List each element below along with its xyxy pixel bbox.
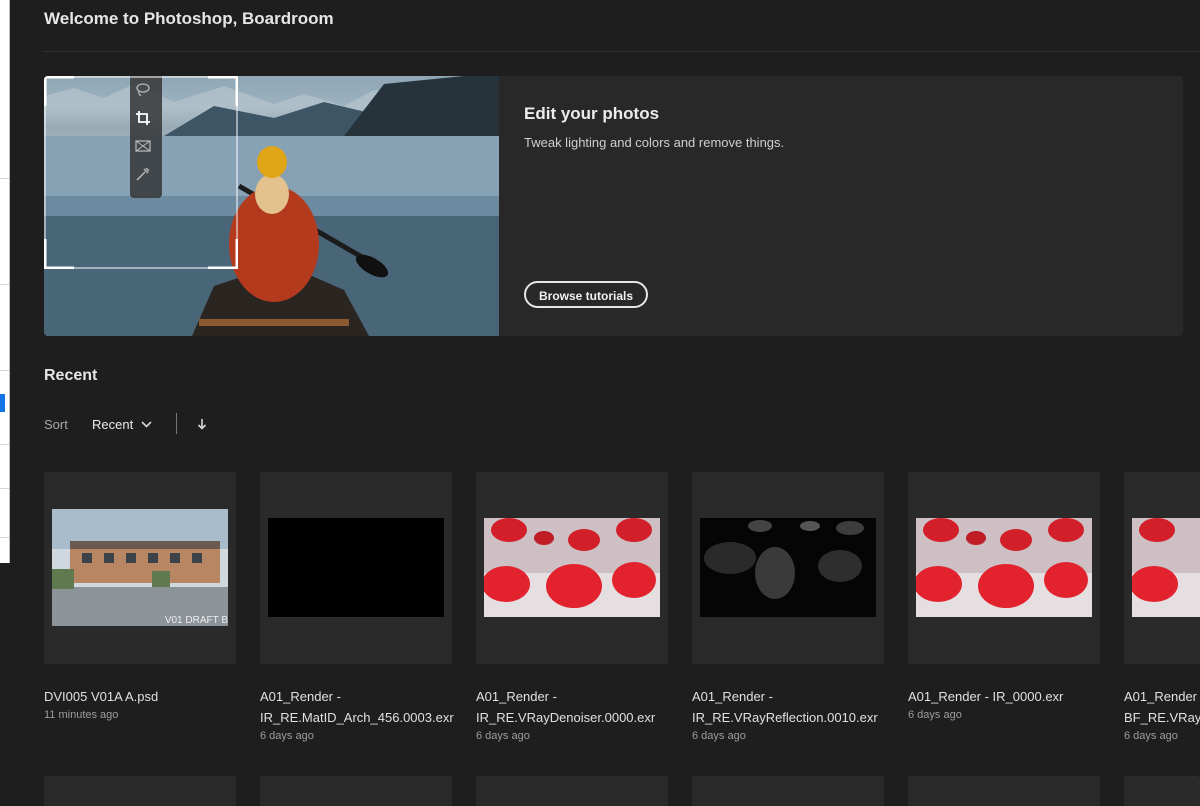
recent-heading: Recent — [44, 367, 98, 384]
divider — [176, 413, 177, 434]
browse-tutorials-button[interactable]: Browse tutorials — [524, 281, 649, 308]
sort-direction-arrow-icon[interactable] — [196, 416, 208, 432]
sort-label: Sort — [44, 417, 68, 432]
recent-file-card[interactable] — [476, 776, 668, 806]
hero-photo — [44, 76, 499, 336]
sort-dropdown[interactable]: Recent — [92, 417, 152, 432]
background-window-edge — [0, 0, 10, 563]
recent-file-card[interactable] — [692, 776, 884, 806]
recent-file-card[interactable] — [44, 776, 236, 806]
recent-file-card[interactable] — [1124, 776, 1200, 806]
file-time: 6 days ago — [692, 730, 746, 742]
recent-file-card[interactable] — [260, 776, 452, 806]
file-time: 11 minutes ago — [44, 709, 119, 721]
file-thumbnail — [484, 518, 660, 617]
divider — [44, 51, 1200, 52]
sort-value: Recent — [92, 417, 134, 432]
welcome-title: Welcome to Photoshop, Boardroom — [44, 9, 334, 28]
file-thumbnail — [1132, 518, 1200, 617]
file-thumbnail — [268, 518, 444, 617]
edit-photos-hero-card: Edit your photos Tweak lighting and colo… — [44, 76, 1183, 336]
file-name[interactable]: A01_Render - IR_RE.VRayReflection.0010.e… — [692, 686, 878, 744]
recent-file-card[interactable] — [908, 472, 1100, 664]
chevron-down-icon — [141, 421, 152, 428]
file-thumbnail — [916, 518, 1092, 617]
recent-file-card[interactable] — [908, 776, 1100, 806]
recent-file-card[interactable] — [1124, 472, 1200, 664]
file-thumbnail: V01 DRAFT B — [52, 509, 228, 626]
file-name[interactable]: A01_Render - BF_RE.VRayD 6 days ago — [1124, 686, 1200, 744]
file-thumbnail — [700, 518, 876, 617]
file-name[interactable]: DVI005 V01A A.psd 11 minutes ago — [44, 686, 158, 723]
recent-file-card[interactable] — [260, 472, 452, 664]
file-time: 6 days ago — [1124, 730, 1178, 742]
file-time: 6 days ago — [260, 730, 314, 742]
selection-marker — [0, 394, 5, 412]
file-time: 6 days ago — [476, 730, 530, 742]
thumbnail-caption: V01 DRAFT B — [164, 615, 228, 626]
hero-subtitle: Tweak lighting and colors and remove thi… — [524, 135, 785, 150]
file-time: 6 days ago — [908, 709, 962, 721]
recent-file-card[interactable]: V01 DRAFT B — [44, 472, 236, 664]
hero-title: Edit your photos — [524, 104, 660, 123]
recent-file-card[interactable] — [692, 472, 884, 664]
file-name[interactable]: A01_Render - IR_RE.MatID_Arch_456.0003.e… — [260, 686, 454, 744]
recent-file-card[interactable] — [476, 472, 668, 664]
crop-frame — [44, 76, 238, 269]
file-name[interactable]: A01_Render - IR_0000.exr 6 days ago — [908, 686, 1063, 723]
file-name[interactable]: A01_Render - IR_RE.VRayDenoiser.0000.exr… — [476, 686, 655, 744]
